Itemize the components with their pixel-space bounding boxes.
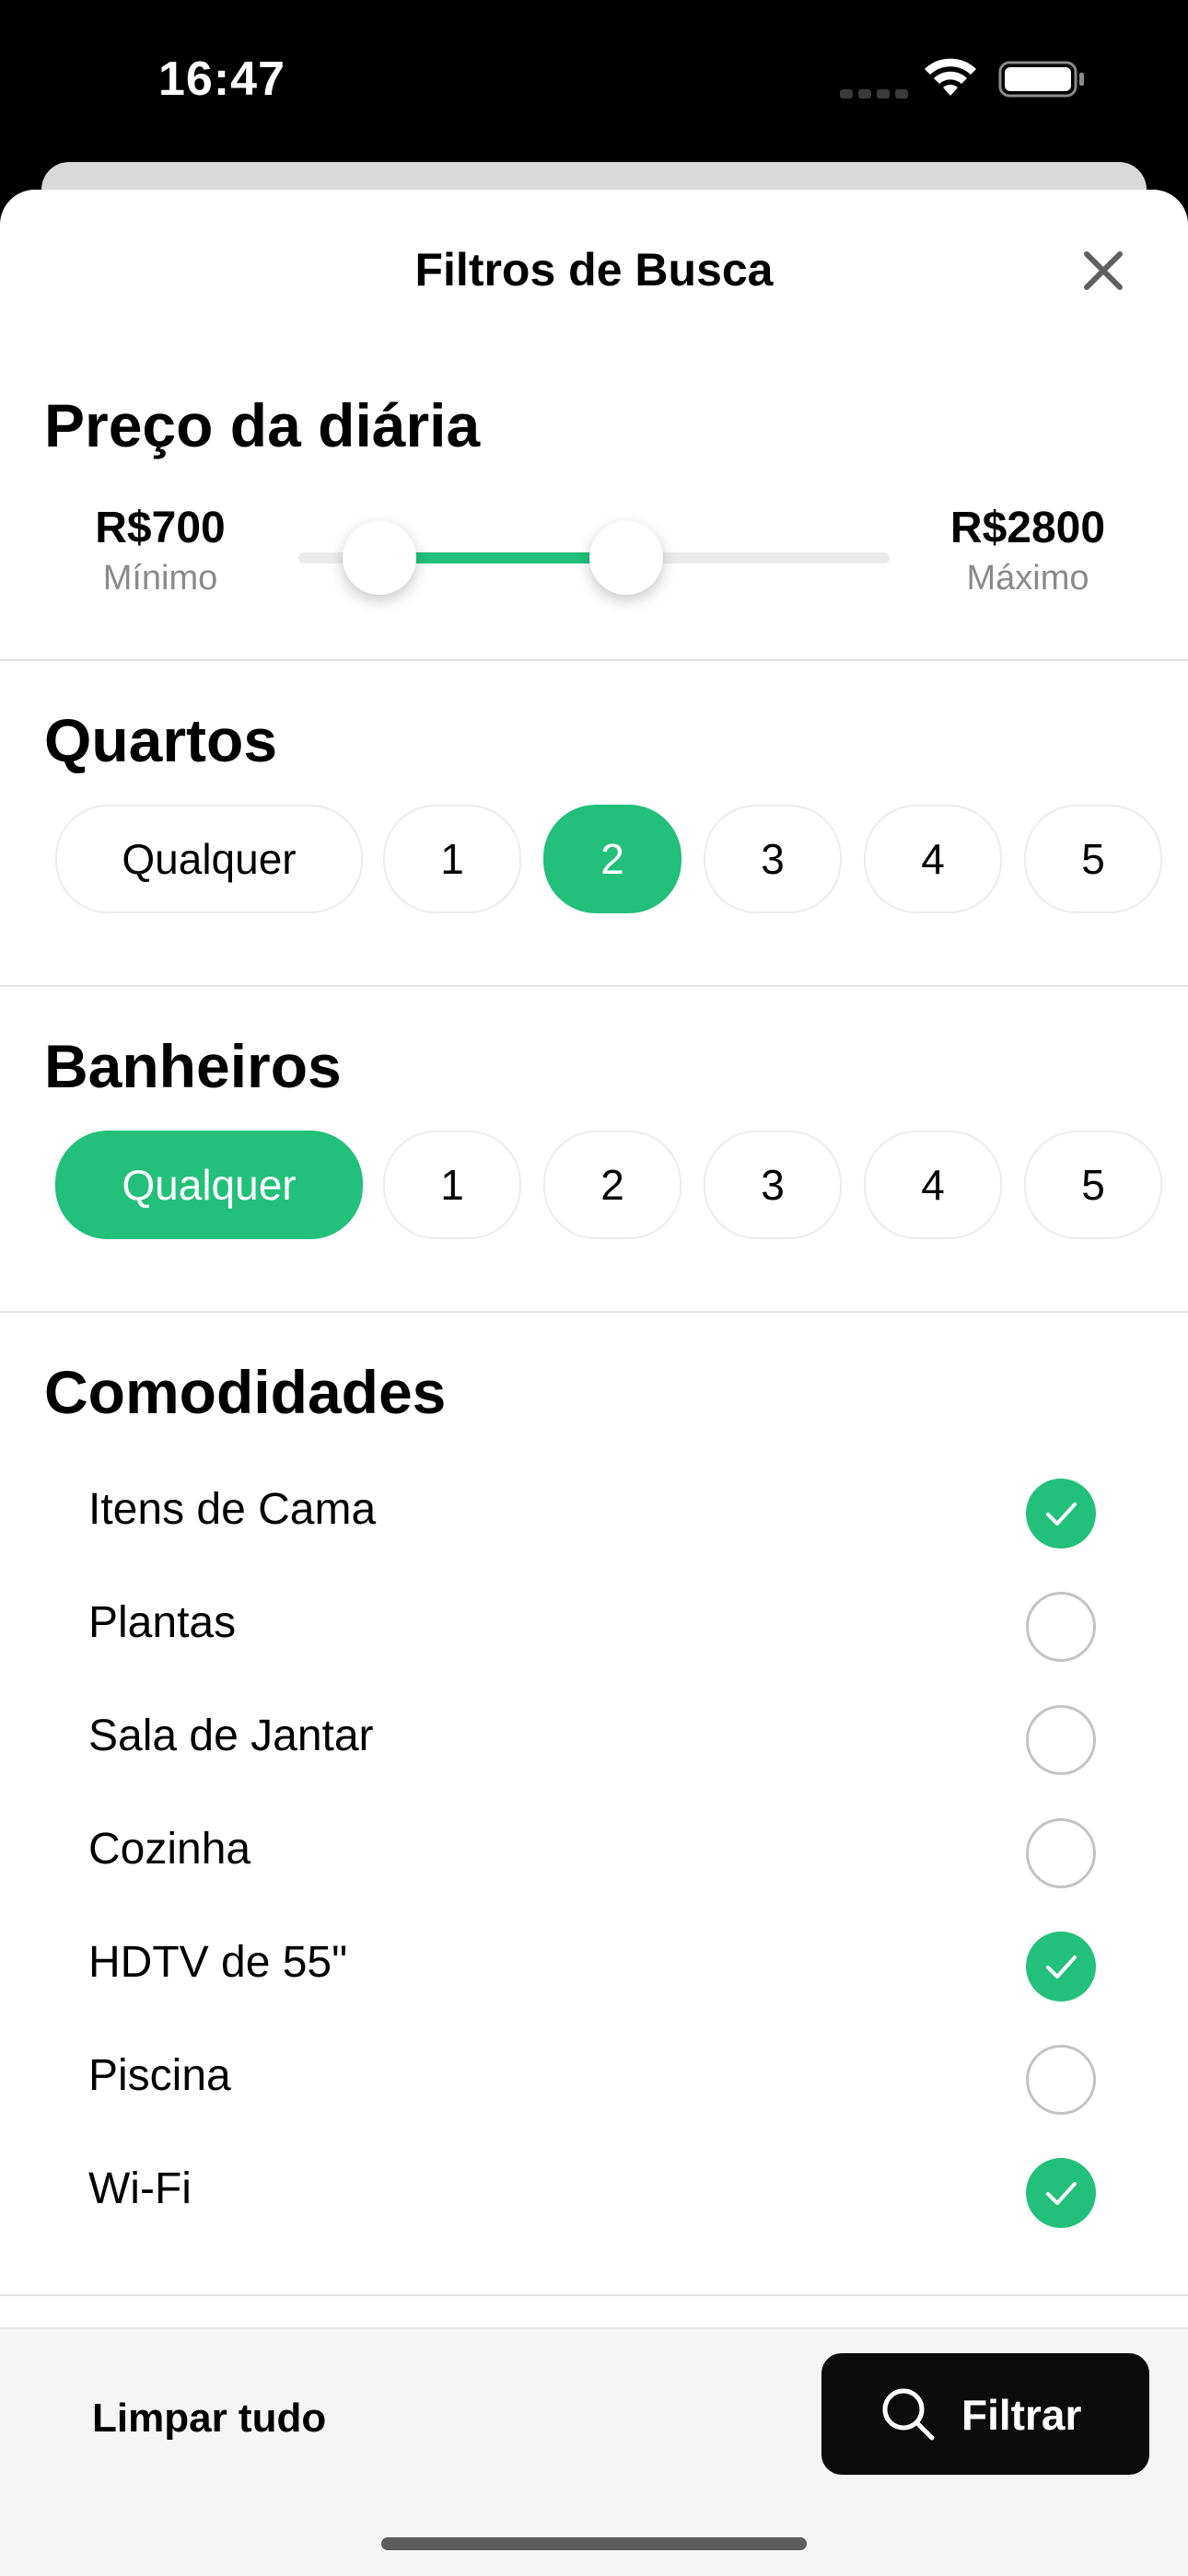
- filter-button[interactable]: Filtrar: [821, 2353, 1149, 2475]
- sheet-title: Filtros de Busca: [414, 244, 774, 296]
- price-max: R$2800 Máximo: [917, 503, 1138, 598]
- cellular-signal-icon: [840, 87, 914, 103]
- amenity-item-pool[interactable]: Piscina: [88, 2030, 1129, 2131]
- amenity-item-bedding[interactable]: Itens de Cama: [88, 1464, 1129, 1565]
- price-slider-max-handle[interactable]: [589, 521, 663, 595]
- close-icon: [1084, 251, 1123, 290]
- status-bar: 16:47: [0, 0, 1188, 166]
- status-time: 16:47: [158, 52, 285, 106]
- bedrooms-option-3[interactable]: 3: [704, 805, 842, 913]
- bedrooms-options: Qualquer 1 2 3 4 5: [55, 805, 1188, 913]
- amenity-label: Cozinha: [88, 1825, 251, 1874]
- amenity-item-wifi[interactable]: Wi-Fi: [88, 2143, 1129, 2245]
- divider: [0, 1311, 1188, 1313]
- checkmark-icon: [1046, 1503, 1077, 1526]
- price-section-title: Preço da diária: [44, 391, 481, 459]
- bedrooms-section-title: Quartos: [44, 706, 278, 774]
- amenities-section-title: Comodidades: [44, 1358, 447, 1426]
- clear-all-button[interactable]: Limpar tudo: [92, 2396, 326, 2442]
- amenity-item-plants[interactable]: Plantas: [88, 1577, 1129, 1678]
- divider: [0, 2294, 1188, 2296]
- amenity-label: Wi-Fi: [88, 2164, 192, 2213]
- checkmark-icon: [1046, 2182, 1077, 2205]
- bathrooms-options: Qualquer 1 2 3 4 5: [55, 1131, 1188, 1239]
- bedrooms-option-5[interactable]: 5: [1024, 805, 1162, 913]
- price-max-value: R$2800: [949, 504, 1106, 552]
- price-min-caption: Mínimo: [102, 559, 218, 598]
- amenity-item-hdtv[interactable]: HDTV de 55": [88, 1917, 1129, 2018]
- wifi-icon: [925, 58, 976, 96]
- bathrooms-option-any[interactable]: Qualquer: [55, 1131, 363, 1239]
- bathrooms-option-3[interactable]: 3: [704, 1131, 842, 1239]
- amenity-label: Sala de Jantar: [88, 1712, 374, 1760]
- bedrooms-option-4[interactable]: 4: [864, 805, 1002, 913]
- filter-button-label: Filtrar: [961, 2391, 1082, 2439]
- home-indicator: [381, 2537, 807, 2550]
- filter-sheet: Filtros de Busca Preço da diária R$700 M…: [0, 190, 1188, 2574]
- checkbox-checked[interactable]: [1026, 1479, 1096, 1549]
- divider: [0, 659, 1188, 661]
- price-slider[interactable]: [298, 521, 890, 595]
- checkbox-unchecked[interactable]: [1026, 1705, 1096, 1775]
- price-slider-min-handle[interactable]: [343, 521, 416, 595]
- checkbox-unchecked[interactable]: [1026, 1592, 1096, 1662]
- amenity-label: Piscina: [88, 2051, 231, 2100]
- bedrooms-option-1[interactable]: 1: [383, 805, 521, 913]
- bedrooms-option-2[interactable]: 2: [543, 805, 681, 913]
- bathrooms-option-2[interactable]: 2: [543, 1131, 681, 1239]
- close-button[interactable]: [1076, 243, 1131, 298]
- amenity-label: Plantas: [88, 1598, 237, 1647]
- price-max-caption: Máximo: [966, 559, 1089, 598]
- bathrooms-option-1[interactable]: 1: [383, 1131, 521, 1239]
- price-min-value: R$700: [95, 504, 226, 552]
- checkbox-unchecked[interactable]: [1026, 2045, 1096, 2115]
- amenity-item-kitchen[interactable]: Cozinha: [88, 1804, 1129, 1905]
- bathrooms-option-4[interactable]: 4: [864, 1131, 1002, 1239]
- battery-icon: [998, 61, 1084, 98]
- price-min: R$700 Mínimo: [50, 503, 271, 598]
- checkbox-unchecked[interactable]: [1026, 1818, 1096, 1888]
- bathrooms-option-5[interactable]: 5: [1024, 1131, 1162, 1239]
- amenity-label: HDTV de 55": [88, 1938, 348, 1987]
- checkbox-checked[interactable]: [1026, 1932, 1096, 2002]
- checkbox-checked[interactable]: [1026, 2158, 1096, 2228]
- checkmark-icon: [1046, 1955, 1077, 1978]
- search-icon: [882, 2388, 935, 2441]
- divider: [0, 985, 1188, 987]
- bathrooms-section-title: Banheiros: [44, 1032, 342, 1100]
- bedrooms-option-any[interactable]: Qualquer: [55, 805, 363, 913]
- amenity-label: Itens de Cama: [88, 1485, 377, 1534]
- amenity-item-dining-room[interactable]: Sala de Jantar: [88, 1690, 1129, 1792]
